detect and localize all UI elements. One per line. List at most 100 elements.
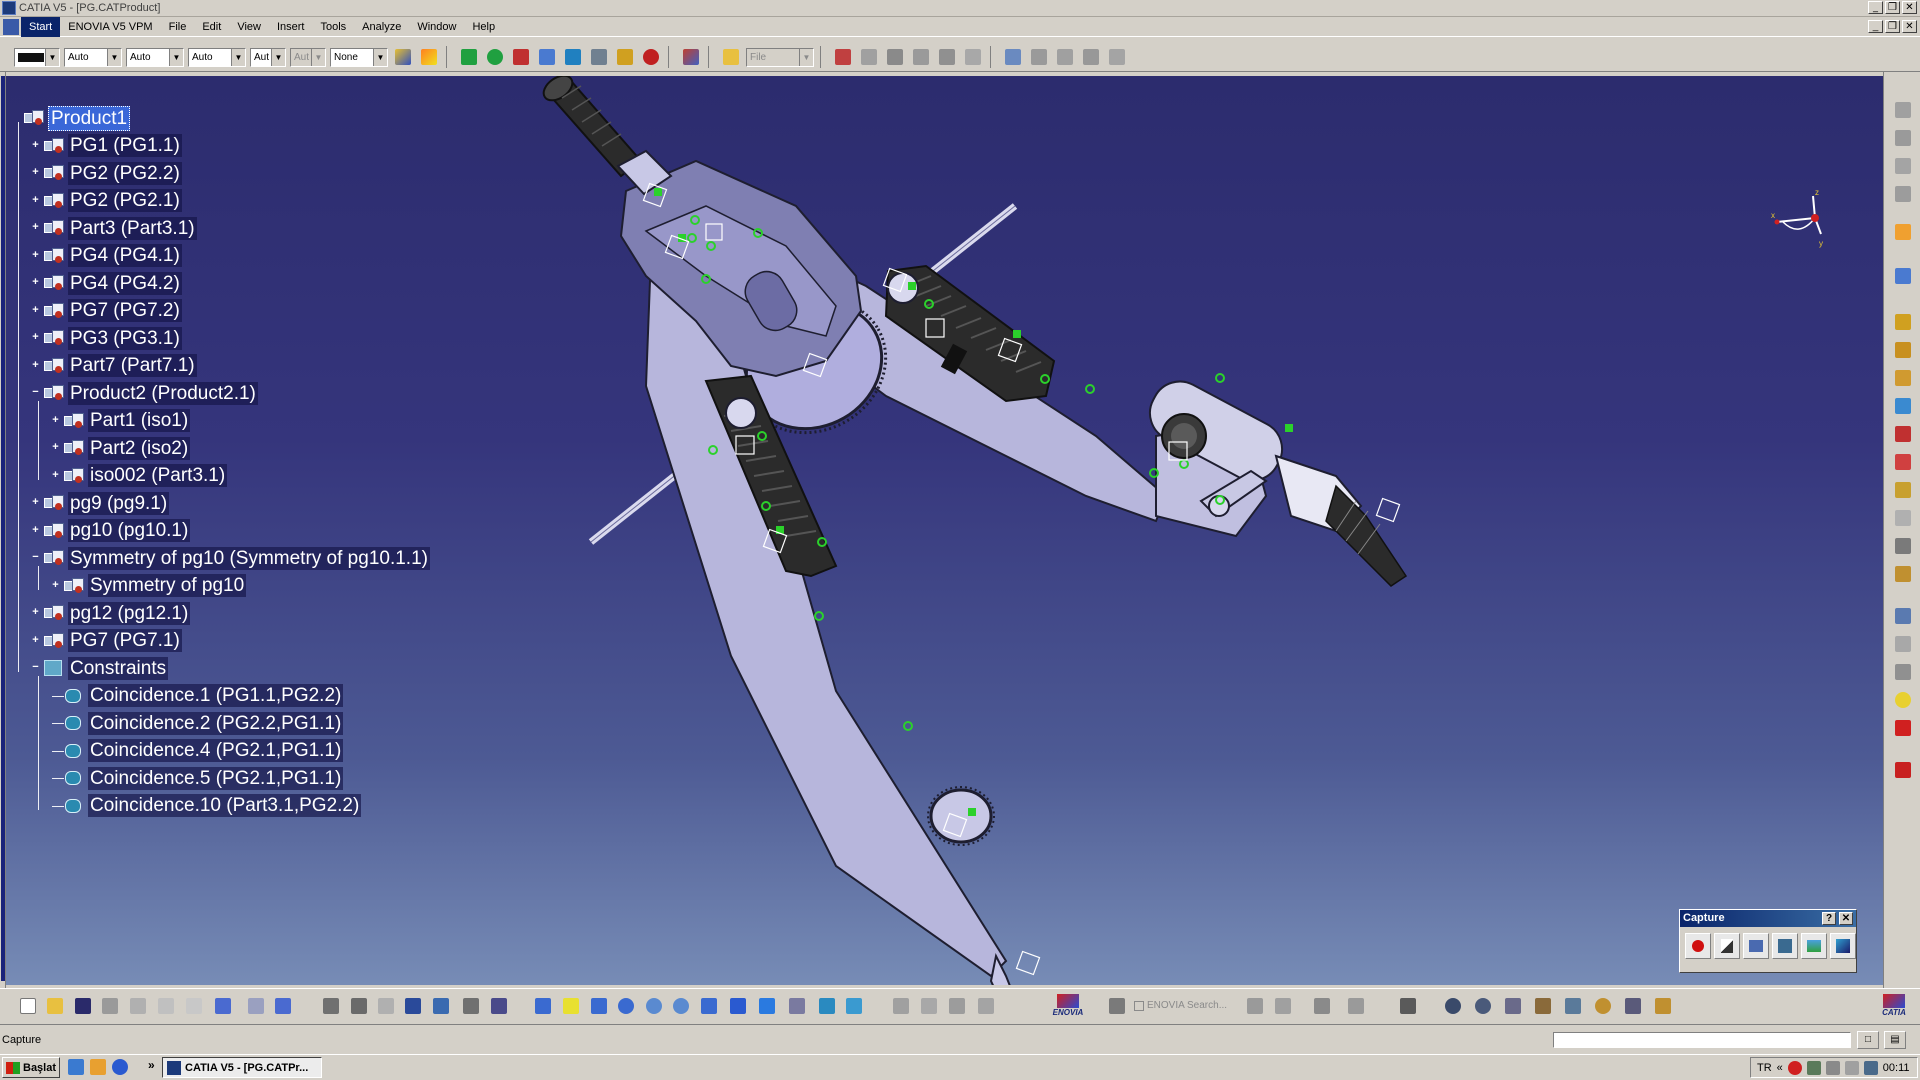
tree-node[interactable]: PG4 (PG4.1)	[43, 244, 182, 268]
album-button[interactable]	[1801, 933, 1827, 959]
select-mode-button[interactable]	[1714, 933, 1740, 959]
minimize-button[interactable]: _	[1868, 1, 1883, 14]
antivirus-icon[interactable]	[1787, 1060, 1802, 1075]
media-player-icon[interactable]	[90, 1059, 106, 1075]
iso-view-icon[interactable]	[756, 995, 778, 1017]
clash-analysis-icon[interactable]	[1893, 718, 1913, 738]
tree-node[interactable]: Constraints	[43, 656, 169, 680]
linetype-combo[interactable]: ▼	[14, 47, 60, 67]
whats-this-icon[interactable]	[272, 995, 294, 1017]
undo-icon[interactable]	[212, 995, 234, 1017]
bulb-small-icon[interactable]	[375, 995, 397, 1017]
swap-visible-icon[interactable]	[843, 995, 865, 1017]
tree-node[interactable]: Coincidence.2 (PG2.2,PG1.1)	[63, 711, 344, 735]
tree-node[interactable]: pg12 (pg12.1)	[43, 601, 191, 625]
tree-node[interactable]: Coincidence.4 (PG2.1,PG1.1)	[63, 739, 344, 763]
status-options-button[interactable]: ▤	[1884, 1031, 1906, 1049]
existing-component-icon[interactable]	[1893, 396, 1913, 416]
enovia-search-button[interactable]: ENOVIA Search...	[1134, 1000, 1227, 1011]
doc-close-button[interactable]: ✕	[1902, 20, 1917, 33]
analysis-icon[interactable]	[1652, 995, 1674, 1017]
print-icon[interactable]	[99, 995, 121, 1017]
measure-icon[interactable]	[1893, 606, 1913, 626]
tree-node[interactable]: Part3 (Part3.1)	[43, 216, 197, 240]
collapse-minus-icon[interactable]: −	[30, 387, 41, 398]
tree-node[interactable]: Product2 (Product2.1)	[43, 381, 258, 405]
bill-icon[interactable]	[1080, 46, 1102, 68]
clash-icon[interactable]	[614, 46, 636, 68]
next-icon[interactable]	[918, 995, 940, 1017]
smart-move-icon[interactable]	[536, 46, 558, 68]
relations-icon[interactable]	[946, 995, 968, 1017]
restore-button[interactable]: ❐	[1885, 1, 1900, 14]
explode-icon[interactable]	[562, 46, 584, 68]
doc-minimize-button[interactable]: _	[1868, 20, 1883, 33]
capture-3d-button[interactable]	[1772, 933, 1798, 959]
kinematics-icon[interactable]	[1562, 995, 1584, 1017]
expand-plus-icon[interactable]: +	[30, 194, 41, 206]
tree-node[interactable]: Product1	[23, 105, 131, 131]
light-bulb-icon[interactable]	[1893, 690, 1913, 710]
zoom-out-icon[interactable]	[670, 995, 692, 1017]
tree-node[interactable]: Coincidence.5 (PG2.1,PG1.1)	[63, 766, 344, 790]
network-icon[interactable]	[1806, 1060, 1821, 1075]
simulation-icon[interactable]	[1622, 995, 1644, 1017]
table-icon[interactable]	[402, 995, 424, 1017]
menu-help[interactable]: Help	[464, 17, 503, 37]
tree-node[interactable]: Part1 (iso1)	[63, 409, 191, 433]
display-icon[interactable]	[1893, 100, 1913, 120]
symmetry-icon[interactable]	[1002, 46, 1024, 68]
capture-help-button[interactable]: ?	[1822, 912, 1836, 925]
expand-plus-icon[interactable]: +	[30, 249, 41, 261]
menu-window[interactable]: Window	[409, 17, 464, 37]
generate-numbering-icon[interactable]	[1893, 480, 1913, 500]
rotate-view-icon[interactable]	[615, 995, 637, 1017]
fit-all-icon[interactable]	[560, 995, 582, 1017]
painter-icon[interactable]	[392, 46, 414, 68]
expand-plus-icon[interactable]: +	[50, 414, 61, 426]
sync-icon[interactable]	[1311, 995, 1333, 1017]
expand-plus-icon[interactable]: +	[30, 607, 41, 618]
redo-icon[interactable]	[245, 995, 267, 1017]
menu-file[interactable]: File	[161, 17, 195, 37]
tree-node[interactable]: PG3 (PG3.1)	[43, 326, 182, 350]
new-part-icon[interactable]	[1893, 368, 1913, 388]
paste-icon[interactable]	[183, 995, 205, 1017]
menu-enovia[interactable]: ENOVIA V5 VPM	[60, 17, 160, 37]
paint-bucket-icon[interactable]	[418, 46, 440, 68]
expand-plus-icon[interactable]: +	[30, 167, 41, 178]
tree-node[interactable]: iso002 (Part3.1)	[63, 464, 228, 488]
status-toggle-button[interactable]: □	[1857, 1031, 1879, 1049]
zoom-in-icon[interactable]	[643, 995, 665, 1017]
expand-plus-icon[interactable]: +	[30, 277, 41, 288]
enovia-save-icon[interactable]	[1272, 995, 1294, 1017]
internet-explorer-icon[interactable]	[112, 1059, 128, 1075]
pattern-combo[interactable]: Auto ▼	[126, 47, 184, 67]
multi-instantiation-icon[interactable]	[1893, 564, 1913, 584]
reorder-icon[interactable]	[936, 46, 958, 68]
save-view-icon[interactable]	[1893, 184, 1913, 204]
capture-close-button[interactable]: ✕	[1839, 912, 1853, 925]
sight-icon[interactable]	[1893, 662, 1913, 682]
copy-icon[interactable]	[155, 995, 177, 1017]
cut-icon[interactable]	[127, 995, 149, 1017]
document-icon[interactable]	[3, 18, 19, 35]
rotate-icon[interactable]	[484, 46, 506, 68]
component-icon[interactable]	[832, 46, 854, 68]
tree-node[interactable]: Symmetry of pg10 (Symmetry of pg10.1.1)	[43, 546, 430, 570]
snap-icon[interactable]	[510, 46, 532, 68]
section-icon[interactable]	[1893, 634, 1913, 654]
expand-plus-icon[interactable]: +	[30, 139, 41, 151]
tree-node[interactable]: Coincidence.10 (Part3.1,PG2.2)	[63, 794, 362, 818]
tree-node[interactable]: PG2 (PG2.1)	[43, 189, 182, 213]
replace-component-icon[interactable]	[1893, 424, 1913, 444]
enovia-connect-icon[interactable]	[1106, 995, 1128, 1017]
scenes-icon[interactable]	[1028, 46, 1050, 68]
volume-icon[interactable]	[1825, 1060, 1840, 1075]
numbering-icon[interactable]	[962, 46, 984, 68]
expand-plus-icon[interactable]: +	[30, 304, 41, 316]
compass-widget[interactable]: y x z	[1769, 188, 1829, 248]
tree-node[interactable]: Coincidence.1 (PG1.1,PG2.2)	[63, 684, 344, 708]
move-icon[interactable]	[458, 46, 480, 68]
tree-node[interactable]: Part2 (iso2)	[63, 436, 191, 460]
